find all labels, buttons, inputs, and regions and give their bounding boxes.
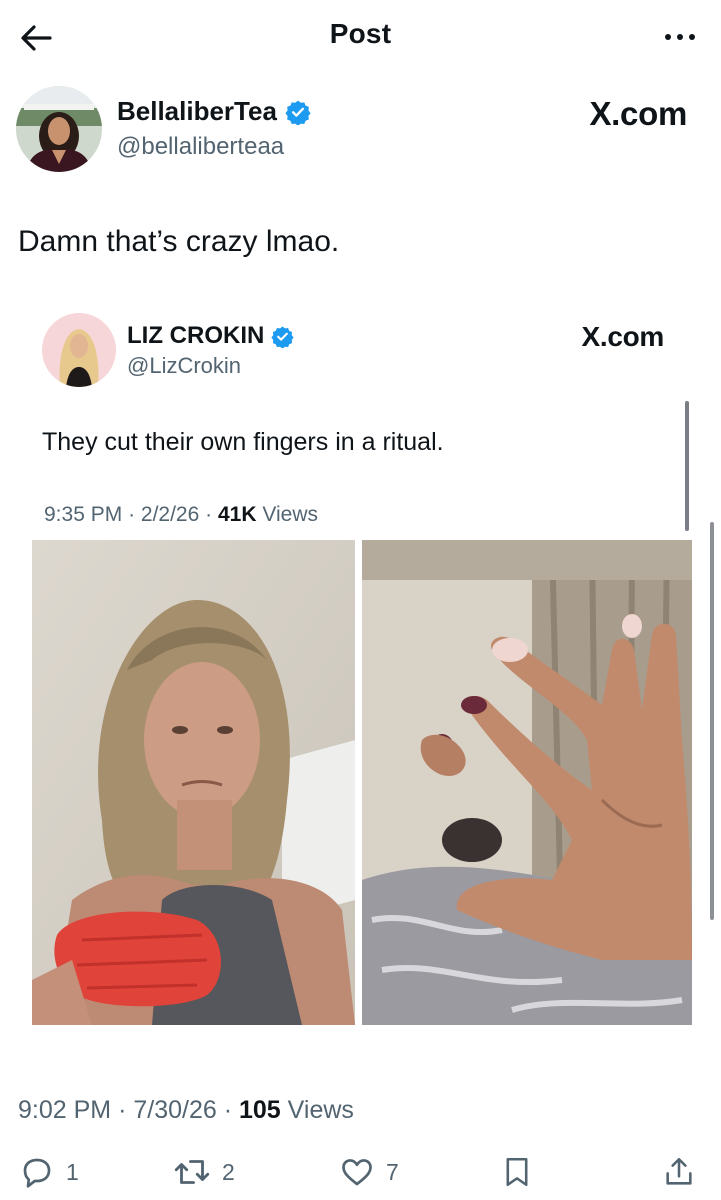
quoted-text: They cut their own fingers in a ritual. (42, 428, 444, 456)
post-date: 7/30/26 (133, 1096, 217, 1124)
reply-icon (23, 1158, 51, 1188)
quoted-author-name: LIZ CROKIN (127, 322, 294, 350)
bookmark-button[interactable] (500, 1152, 534, 1192)
bookmark-icon (506, 1157, 528, 1187)
quoted-x-com-watermark: X.com (581, 321, 664, 352)
photo-woman-bandaged-hand[interactable] (32, 540, 355, 1025)
post-text: Damn that’s crazy lmao. (18, 225, 340, 258)
photo-cut-fingers[interactable] (362, 540, 692, 1025)
quoted-scroll-indicator (685, 401, 689, 531)
verified-badge-icon (271, 325, 294, 348)
quoted-author-handle: @LizCrokin (127, 353, 242, 378)
page-scrollbar[interactable] (710, 522, 714, 920)
post-views-count[interactable]: 105 (239, 1096, 281, 1124)
like-count: 7 (386, 1158, 399, 1185)
retweet-icon (174, 1160, 210, 1184)
quoted-author-name-text: LIZ CROKIN (127, 322, 265, 349)
reply-button[interactable]: 1 (18, 1152, 79, 1192)
author-handle[interactable]: @bellaliberteaa (117, 133, 284, 161)
retweet-button[interactable]: 2 (172, 1152, 235, 1192)
share-icon (666, 1157, 692, 1185)
quoted-meta: 9:35 PM · 2/2/26 · 41K Views (44, 503, 318, 526)
post-meta: 9:02 PM · 7/30/26 · 105 Views (18, 1096, 354, 1124)
author-name[interactable]: BellaliberTea (117, 96, 311, 127)
quoted-views-count: 41K (217, 503, 257, 526)
avatar[interactable] (16, 86, 102, 172)
heart-icon (342, 1159, 372, 1186)
quoted-avatar (42, 313, 116, 387)
reply-count: 1 (66, 1158, 79, 1185)
share-button[interactable] (662, 1152, 696, 1192)
verified-badge-icon (285, 100, 311, 125)
like-button[interactable]: 7 (338, 1152, 399, 1192)
more-horizontal-icon (665, 34, 671, 40)
x-com-watermark: X.com (589, 95, 687, 132)
author-name-text: BellaliberTea (117, 96, 277, 126)
more-options-button[interactable] (655, 30, 695, 44)
retweet-count: 2 (222, 1158, 235, 1185)
page-title: Post (329, 18, 392, 49)
post-time: 9:02 PM (18, 1096, 112, 1124)
